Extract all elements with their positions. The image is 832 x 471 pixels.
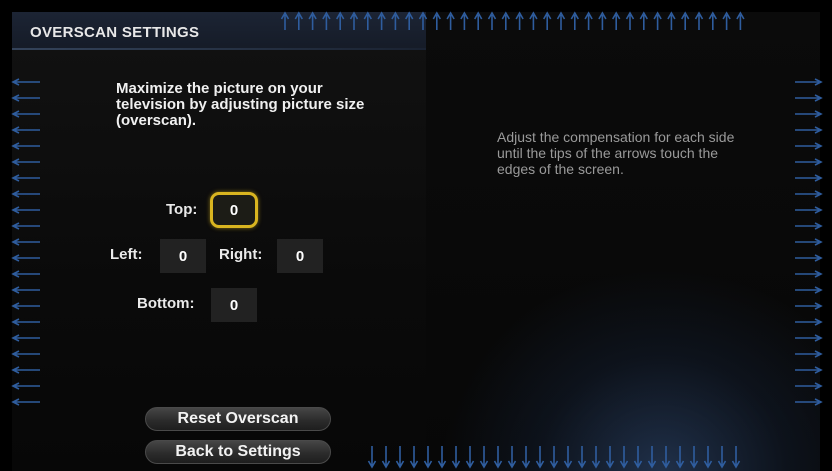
top-label: Top: [166, 201, 198, 218]
top-overscan-field[interactable]: 0 [210, 192, 258, 228]
bottom-label: Bottom: [137, 295, 195, 312]
title-underline [12, 48, 426, 50]
instructions-text: Maximize the picture on your television … [116, 80, 365, 129]
hint-text: Adjust the compensation for each side un… [497, 129, 735, 177]
page-title: OVERSCAN SETTINGS [30, 24, 200, 41]
left-overscan-field[interactable]: 0 [160, 239, 206, 273]
right-label: Right: [219, 246, 263, 263]
bottom-overscan-field[interactable]: 0 [211, 288, 257, 322]
left-label: Left: [110, 246, 143, 263]
right-overscan-field[interactable]: 0 [277, 239, 323, 273]
overscan-screen: OVERSCAN SETTINGS Maximize the picture o… [0, 0, 832, 471]
right-panel [426, 12, 820, 471]
back-to-settings-button[interactable]: Back to Settings [145, 440, 331, 464]
reset-overscan-button[interactable]: Reset Overscan [145, 407, 331, 431]
